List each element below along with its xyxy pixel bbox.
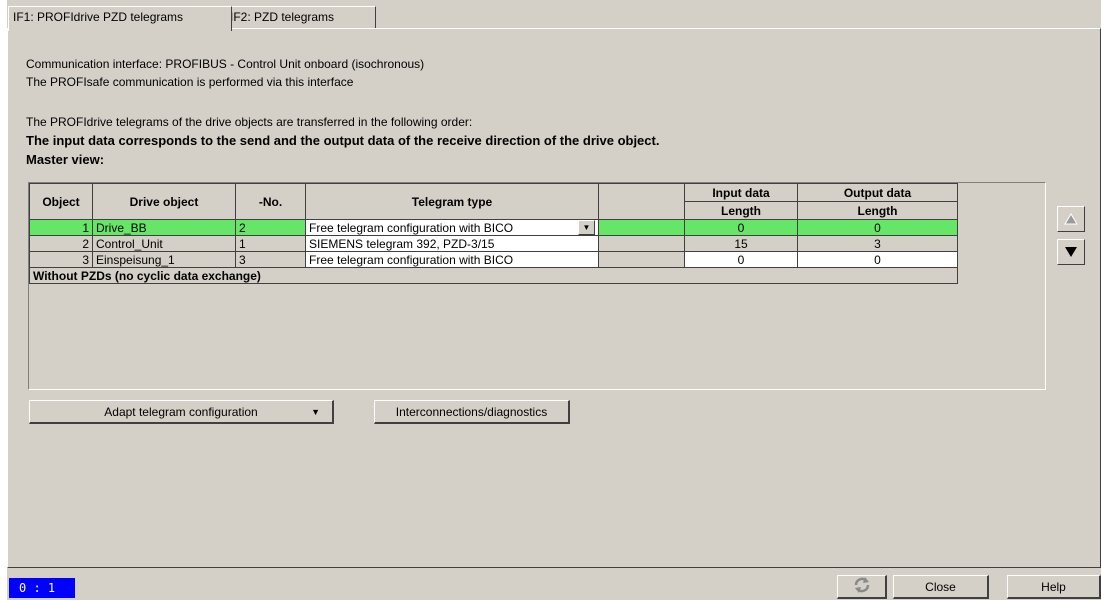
table-row[interactable]: 3 Einspeisung_1 3 Free telegram configur… [29,251,958,268]
no-pzd-row[interactable]: Without PZDs (no cyclic data exchange) [29,267,958,284]
cell-output-length: 0 [797,219,958,236]
help-button[interactable]: Help [1007,575,1101,599]
tab-if2-pzd[interactable]: IF2: PZD telegrams [225,6,376,28]
telegram-type-value: Free telegram configuration with BICO [309,220,514,235]
refresh-button[interactable] [837,575,887,599]
interconnections-button[interactable]: Interconnections/diagnostics [374,400,570,424]
cell-drive-object[interactable]: Einspeisung_1 [92,251,236,268]
cell-input-length: 0 [684,251,798,268]
adapt-telegram-button[interactable]: Adapt telegram configuration ▼ [29,400,334,424]
no-pzd-label: Without PZDs (no cyclic data exchange) [29,267,958,284]
order-info: The PROFIdrive telegrams of the drive ob… [26,115,473,129]
adapt-telegram-label: Adapt telegram configuration [104,405,258,419]
cell-telegram-type[interactable]: SIEMENS telegram 392, PZD-3/15 [305,235,599,252]
telegram-table: Object Drive object -No. Telegram type I… [29,183,958,284]
col-header-telegram-type: Telegram type [305,183,599,220]
cell-input-length: 0 [684,219,798,236]
cell-blank [598,251,685,268]
cell-output-length: 3 [797,235,958,252]
col-header-object: Object [29,183,93,220]
cell-no[interactable]: 1 [235,235,306,252]
cell-drive-object[interactable]: Drive_BB [92,219,236,236]
cell-no[interactable]: 3 [235,251,306,268]
col-header-input-length: Length [684,201,798,220]
table-row[interactable]: 2 Control_Unit 1 SIEMENS telegram 392, P… [29,235,958,252]
tab-panel: Communication interface: PROFIBUS - Cont… [7,28,1101,568]
col-header-output-length: Length [797,201,958,220]
tab-if1-profidrive[interactable]: IF1: PROFIdrive PZD telegrams [8,6,232,31]
col-header-drive-object: Drive object [92,183,236,220]
cell-object: 3 [29,251,93,268]
move-down-button[interactable] [1057,239,1085,265]
profisafe-info: The PROFIsafe communication is performed… [26,75,354,89]
cell-output-length: 0 [797,251,958,268]
cell-telegram-type[interactable]: Free telegram configuration with BICO [305,251,599,268]
table-row[interactable]: 1 Drive_BB 2 Free telegram configuration… [29,219,958,236]
cell-object: 1 [29,219,93,236]
interface-info: Communication interface: PROFIBUS - Cont… [26,57,425,71]
direction-info: The input data corresponds to the send a… [26,133,660,148]
chevron-down-icon: ▼ [311,407,320,417]
triangle-down-icon [1065,247,1077,257]
move-up-button[interactable] [1057,206,1085,232]
cell-object: 2 [29,235,93,252]
cell-input-length: 15 [684,235,798,252]
cell-drive-object[interactable]: Control_Unit [92,235,236,252]
status-indicator: 0 : 1 [9,578,75,598]
dialog-window: IF1: PROFIdrive PZD telegrams IF2: PZD t… [7,0,1101,600]
col-header-input-data: Input data [684,183,798,202]
telegram-type-dropdown[interactable]: Free telegram configuration with BICO ▼ [305,219,599,236]
master-view-label: Master view: [26,152,105,167]
col-header-blank [598,183,685,220]
close-button[interactable]: Close [893,575,989,599]
cell-blank [598,235,685,252]
cell-no[interactable]: 2 [235,219,306,236]
triangle-up-icon [1064,213,1078,225]
refresh-icon [854,577,869,593]
dropdown-arrow-icon[interactable]: ▼ [578,220,595,235]
col-header-no: -No. [235,183,306,220]
col-header-output-data: Output data [797,183,958,202]
cell-blank [598,219,685,236]
telegram-table-area: Object Drive object -No. Telegram type I… [28,182,1046,390]
